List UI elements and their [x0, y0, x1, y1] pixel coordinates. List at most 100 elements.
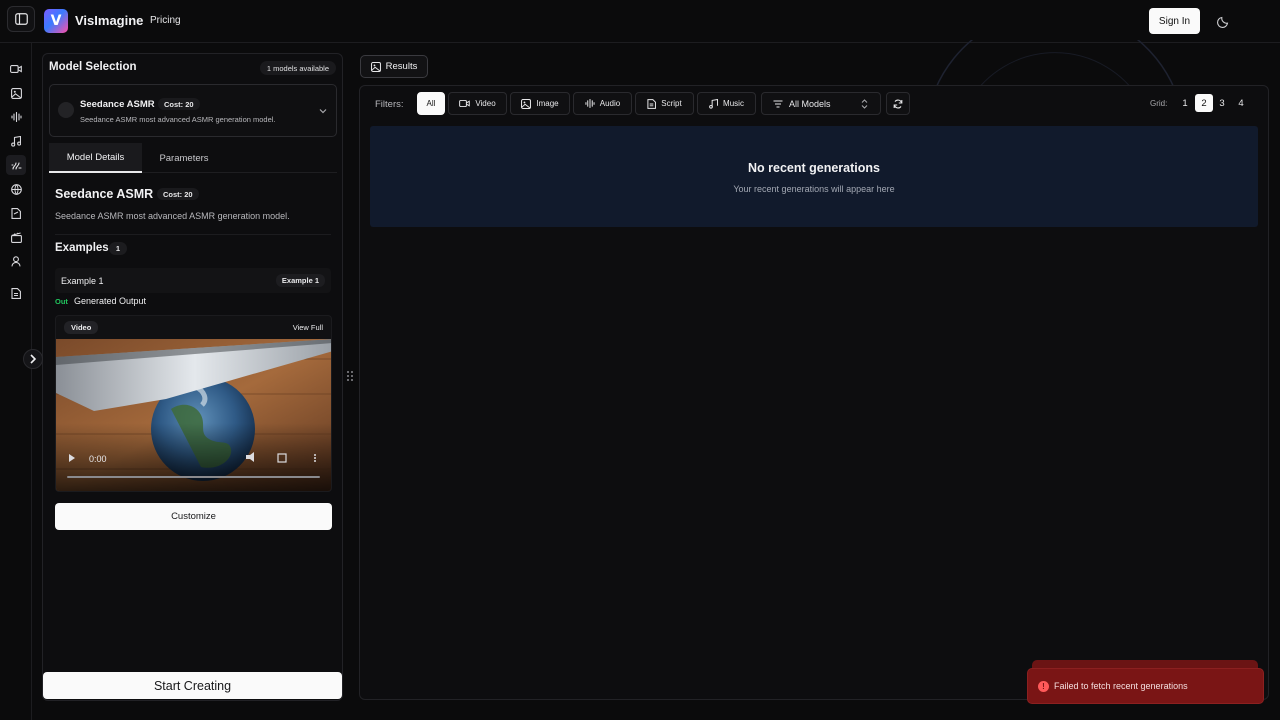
models-filter-label: All Models — [789, 99, 831, 109]
selected-model-name: Seedance ASMR — [80, 99, 155, 110]
filter-lines-icon — [773, 100, 783, 108]
rail-image-button[interactable] — [6, 83, 26, 103]
example-name: Example 1 — [61, 276, 104, 286]
panel-title: Model Selection — [49, 61, 137, 73]
model-detail-cost-badge: Cost: 20 — [157, 188, 199, 200]
music-icon — [709, 98, 719, 109]
rail-video-button[interactable] — [6, 59, 26, 79]
rail-audio-button[interactable] — [6, 107, 26, 127]
audio-icon — [10, 112, 22, 122]
filter-music-button[interactable]: Music — [697, 92, 756, 115]
audio-icon — [585, 99, 595, 108]
selected-model-description: Seedance ASMR most advanced ASMR generat… — [80, 115, 276, 124]
filter-script-button[interactable]: Script — [635, 92, 694, 115]
example-card[interactable]: Example 1 Example 1 — [55, 268, 331, 293]
globe-icon — [10, 183, 22, 195]
model-detail-name: Seedance ASMR — [55, 187, 154, 201]
grid-option-3[interactable]: 3 — [1213, 94, 1231, 112]
toast-message: Failed to fetch recent generations — [1054, 681, 1188, 691]
clapperboard-icon — [10, 232, 22, 243]
rail-asmr-button[interactable] — [6, 155, 26, 175]
filter-video-button[interactable]: Video — [448, 92, 507, 115]
rail-clapper-button[interactable] — [6, 227, 26, 247]
filter-all-label: All — [426, 99, 436, 108]
music-icon — [11, 135, 21, 147]
models-available-badge: 1 models available — [259, 61, 336, 75]
error-icon: ! — [1038, 681, 1049, 692]
filter-image-button[interactable]: Image — [510, 92, 570, 115]
example-video-player[interactable] — [56, 339, 332, 492]
sidebar-icon — [14, 13, 28, 25]
model-detail-description: Seedance ASMR most advanced ASMR generat… — [55, 211, 290, 221]
tab-model-details[interactable]: Model Details — [49, 143, 142, 173]
moon-icon[interactable] — [1216, 13, 1232, 29]
model-selection-panel: Model Selection 1 models available Seeda… — [42, 53, 343, 701]
media-type-badge: Video — [64, 321, 99, 334]
icon-rail — [0, 43, 32, 720]
error-toast[interactable]: ! Failed to fetch recent generations — [1027, 668, 1264, 704]
output-label: Out — [55, 297, 68, 306]
customize-button[interactable]: Customize — [55, 503, 332, 530]
rail-globe-button[interactable] — [6, 179, 26, 199]
filter-script-label: Script — [661, 99, 682, 108]
video-icon — [459, 99, 471, 108]
rail-script-button[interactable] — [6, 203, 26, 223]
chevron-right-icon — [30, 354, 37, 364]
app-title[interactable]: VisImagine — [75, 13, 143, 28]
results-panel: Filters: All Video Image Audio Script Mu… — [359, 85, 1269, 700]
grid-option-2[interactable]: 2 — [1195, 94, 1213, 112]
output-title: Generated Output — [74, 296, 147, 306]
filter-all-button[interactable]: All — [417, 92, 445, 115]
filter-music-label: Music — [723, 99, 744, 108]
logo-letter: V — [50, 13, 62, 29]
filter-image-label: Image — [536, 99, 559, 108]
sign-in-button[interactable]: Sign In — [1149, 8, 1200, 34]
grid-option-4[interactable]: 4 — [1232, 94, 1250, 112]
divider — [55, 234, 331, 235]
user-icon — [11, 255, 21, 266]
rail-expand-button[interactable] — [23, 349, 43, 369]
filters-label: Filters: — [375, 99, 404, 110]
rail-user-button[interactable] — [6, 251, 26, 271]
image-icon — [521, 98, 532, 109]
sidebar-toggle-button[interactable] — [7, 6, 35, 32]
filter-video-label: Video — [475, 99, 496, 108]
grid-label: Grid: — [1150, 99, 1168, 108]
start-creating-button[interactable]: Start Creating — [43, 672, 342, 699]
examples-count-badge: 1 — [109, 242, 127, 255]
example-tag: Example 1 — [275, 274, 325, 287]
video-time: 0:00 — [89, 454, 107, 464]
empty-state-subtitle: Your recent generations will appear here — [733, 184, 895, 194]
document-icon — [11, 287, 21, 299]
grid-option-1[interactable]: 1 — [1176, 94, 1194, 112]
rail-music-button[interactable] — [6, 131, 26, 151]
top-bar: V VisImagine Pricing Sign In — [0, 0, 1280, 43]
models-filter-select[interactable]: All Models — [761, 92, 881, 115]
asmr-icon — [10, 161, 22, 170]
view-full-link[interactable]: View Full — [293, 323, 323, 332]
results-tab-label: Results — [385, 61, 418, 72]
chevron-up-down-icon — [861, 99, 868, 109]
results-tab[interactable]: Results — [360, 55, 428, 78]
refresh-icon — [893, 99, 903, 108]
nav-pricing-link[interactable]: Pricing — [150, 15, 181, 26]
tab-parameters[interactable]: Parameters — [142, 143, 226, 173]
chevron-down-icon — [319, 109, 327, 114]
video-icon — [10, 65, 22, 73]
resize-handle-icon[interactable] — [346, 370, 354, 382]
selected-model-cost-badge: Cost: 20 — [158, 98, 200, 110]
filter-audio-button[interactable]: Audio — [573, 92, 632, 115]
script-icon — [11, 207, 21, 219]
script-icon — [647, 98, 657, 109]
empty-state: No recent generations Your recent genera… — [370, 126, 1258, 227]
rail-document-button[interactable] — [6, 283, 26, 303]
model-select-dropdown[interactable]: Seedance ASMR Cost: 20 Seedance ASMR mos… — [49, 84, 337, 137]
app-logo[interactable]: V — [44, 9, 68, 33]
filter-audio-label: Audio — [599, 99, 621, 108]
example-video-card: Video View Full 0:00 — [55, 315, 332, 492]
refresh-button[interactable] — [886, 92, 910, 115]
panel-tabs: Model Details Parameters — [49, 143, 337, 173]
empty-state-title: No recent generations — [748, 161, 880, 175]
examples-heading: Examples — [55, 242, 109, 254]
image-icon — [10, 87, 22, 99]
